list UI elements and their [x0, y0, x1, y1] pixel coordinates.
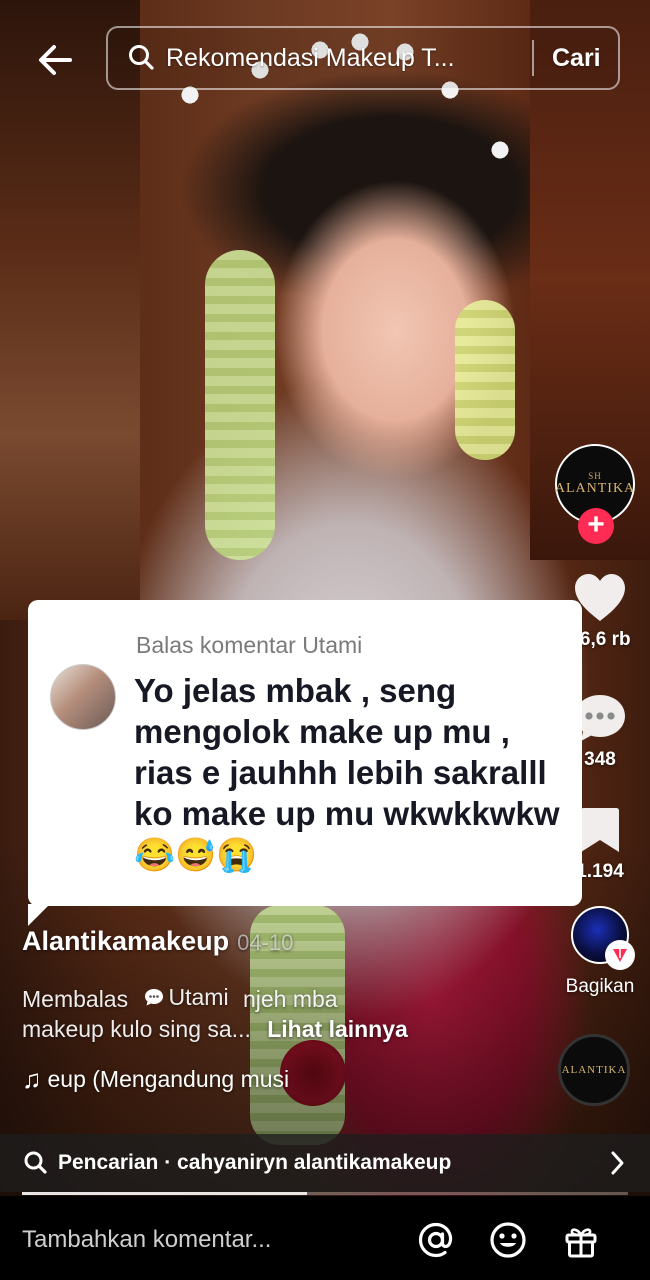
search-bar[interactable]: Rekomendasi Makeup T... Cari	[106, 26, 620, 90]
reply-comment-sticker[interactable]: Balas komentar Utami Yo jelas mbak , sen…	[28, 600, 582, 926]
jasmine-garland-right	[455, 300, 515, 460]
jasmine-garland-left	[205, 250, 275, 560]
music-info[interactable]: ♫ eup (Mengandung musi	[22, 1064, 289, 1095]
comment-input[interactable]	[22, 1226, 402, 1254]
caption-text-line2: makeup kulo sing sa...	[22, 1016, 251, 1042]
commenter-avatar	[50, 664, 116, 730]
back-button[interactable]	[34, 38, 78, 82]
music-title[interactable]: eup (Mengandung musi	[48, 1066, 290, 1093]
caption-mention[interactable]: Utami	[135, 982, 229, 1012]
reply-comment-text: Yo jelas mbak , seng mengolok make up mu…	[134, 672, 560, 873]
gift-icon[interactable]	[561, 1220, 601, 1260]
related-search-text[interactable]: Pencarian · cahyaniryn alantikamakeup	[58, 1151, 451, 1175]
share-arrow-icon	[613, 949, 627, 962]
search-icon	[24, 1151, 47, 1174]
playback-progress-fill	[22, 1192, 307, 1195]
at-icon[interactable]	[416, 1220, 456, 1260]
search-submit-button[interactable]: Cari	[552, 44, 601, 73]
search-icon	[129, 45, 154, 70]
creator-avatar-button[interactable]: SH ALANTIKA +	[554, 444, 636, 544]
bookmark-icon	[581, 808, 619, 852]
search-divider	[532, 40, 534, 76]
share-label: Bagikan	[565, 976, 635, 997]
share-badge	[605, 940, 635, 970]
search-query[interactable]: Rekomendasi Makeup T...	[166, 44, 516, 73]
share-contact-avatar[interactable]	[571, 906, 635, 970]
sticker-tail	[28, 904, 50, 926]
author-row[interactable]: Alantikamakeup 04-10	[22, 926, 293, 957]
music-note-icon: ♫	[22, 1064, 42, 1094]
caption-text-line1: njeh mba	[242, 986, 338, 1012]
comment-bar	[0, 1196, 650, 1280]
avatar-monogram: SH	[588, 471, 602, 481]
see-more-link[interactable]: Lihat lainnya	[267, 1016, 408, 1042]
caption-mention-name[interactable]: Utami	[169, 982, 229, 1012]
playback-progress[interactable]	[22, 1192, 628, 1195]
emoji-icon[interactable]	[488, 1220, 528, 1260]
post-date: 04-10	[237, 930, 294, 955]
avatar-brand-text: ALANTIKA	[554, 481, 636, 496]
share-button[interactable]: Bagikan	[552, 906, 648, 998]
comment-mini-icon	[144, 989, 163, 1006]
follow-button[interactable]: +	[578, 508, 614, 544]
music-disc[interactable]: ALANTIKA	[558, 1034, 630, 1106]
author-username[interactable]: Alantikamakeup	[22, 926, 229, 956]
chevron-right-icon	[611, 1151, 624, 1175]
related-search-bar[interactable]: Pencarian · cahyaniryn alantikamakeup	[0, 1134, 650, 1192]
reply-header: Balas komentar Utami	[136, 632, 363, 658]
arrow-left-icon	[39, 45, 72, 75]
caption[interactable]: Membalas Utami njeh mba makeup kulo sing…	[22, 982, 542, 1044]
background-cabinet-left	[0, 0, 140, 620]
caption-prefix: Membalas	[22, 986, 129, 1012]
